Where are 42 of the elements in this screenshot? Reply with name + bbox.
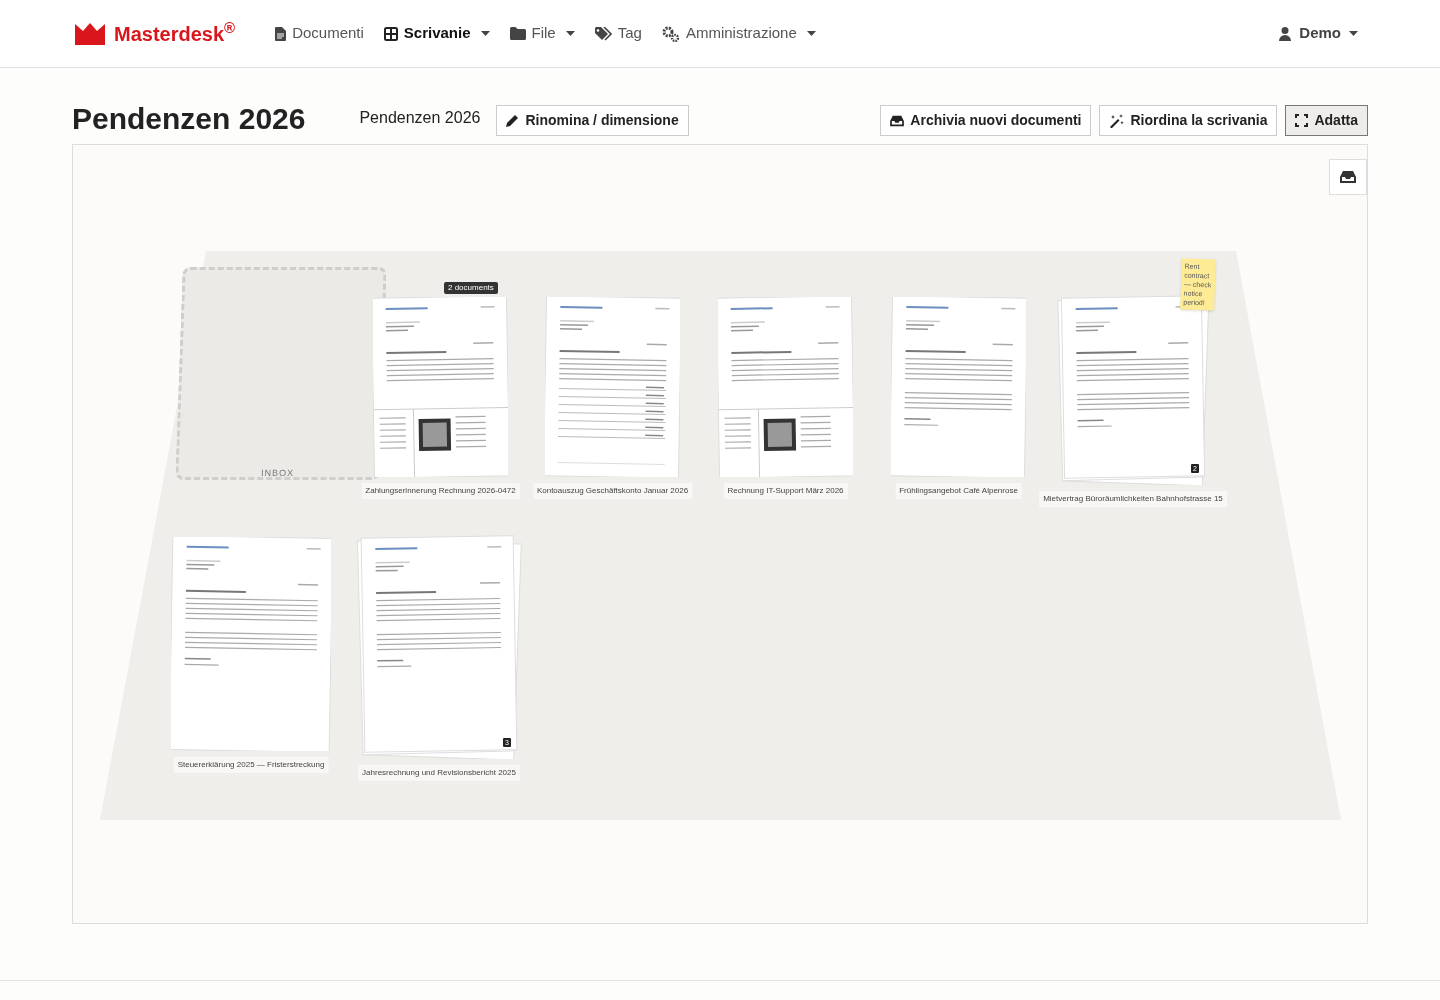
nav-item[interactable]: Amministrazione xyxy=(661,22,816,45)
document-label[interactable]: Kontoauszug Geschäftskonto Januar 2026 xyxy=(532,483,693,499)
toolbar-button[interactable]: Rinomina / dimensione xyxy=(496,105,689,136)
document-label[interactable]: Jahresrechnung und Revisionsbericht 2025 xyxy=(358,765,520,781)
tooltip: 2 documents xyxy=(444,282,498,294)
document-label[interactable]: Frühlingsangebot Café Alpenrose xyxy=(895,483,1022,499)
grid-icon xyxy=(383,26,398,41)
inbox-icon xyxy=(1340,170,1356,184)
inbox-icon xyxy=(890,114,905,127)
toolbar-button[interactable]: Adatta xyxy=(1285,105,1368,136)
gears-icon xyxy=(661,25,680,42)
nav-item[interactable]: Tag xyxy=(594,22,642,45)
toolbar-button[interactable]: Archivia nuovi documenti xyxy=(880,105,1092,136)
document-thumbnail[interactable] xyxy=(171,537,331,751)
brand-name[interactable]: Masterdesk$^{®}$ xyxy=(114,18,236,49)
inbox-label: INBOX xyxy=(260,466,295,480)
nav-item[interactable]: Documenti xyxy=(275,22,364,45)
user-icon xyxy=(1279,26,1292,41)
tags-icon xyxy=(594,26,612,41)
document-label[interactable]: Rechnung IT-Support März 2026 xyxy=(723,483,848,499)
document-label[interactable]: Mietvertrag Büroräumlichkeiten Bahnhofstrasse 15 xyxy=(1039,491,1227,507)
page-title: Pendenzen 2026 xyxy=(72,104,306,134)
document-icon xyxy=(275,26,287,41)
expand-icon xyxy=(1295,114,1309,127)
folder-icon xyxy=(509,27,526,40)
document-thumbnail[interactable] xyxy=(545,297,680,477)
crown-logo-icon[interactable] xyxy=(74,21,106,46)
nav-item[interactable]: File xyxy=(509,22,575,45)
document-label[interactable]: Zahlungserinnerung Rechnung 2026-0472 xyxy=(361,483,520,499)
nav-item[interactable]: Scrivanie xyxy=(383,22,490,45)
caret-icon xyxy=(1349,31,1358,36)
inbox-button[interactable] xyxy=(1329,159,1367,195)
toolbar-button[interactable]: Riordina la scrivania xyxy=(1099,105,1278,136)
user-menu[interactable]: Demo xyxy=(1279,22,1358,45)
inbox-drop-zone[interactable]: INBOX xyxy=(175,267,387,480)
document-thumbnail[interactable] xyxy=(718,297,853,477)
pencil-icon xyxy=(506,114,520,127)
magic-wand-icon xyxy=(1109,113,1125,128)
document-label[interactable]: Steuererklärung 2025 — Fristerstreckung xyxy=(173,757,329,773)
document-thumbnail[interactable] xyxy=(891,297,1026,477)
document-thumbnail[interactable] xyxy=(373,297,508,477)
desk-name: Pendenzen 2026 xyxy=(359,108,481,128)
